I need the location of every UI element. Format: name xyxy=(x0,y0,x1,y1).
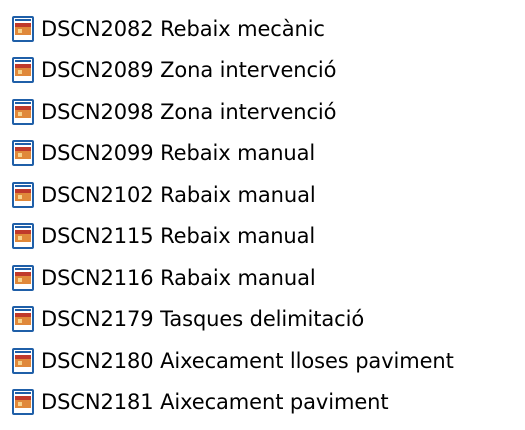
image-file-icon xyxy=(10,181,36,209)
file-item[interactable]: DSCN2181 Aixecament paviment xyxy=(10,382,520,424)
file-name: DSCN2098 Zona intervenció xyxy=(41,99,337,124)
file-list: DSCN2082 Rebaix mecànic DSCN2089 Zona in… xyxy=(10,8,520,423)
image-file-icon xyxy=(10,98,36,126)
file-item[interactable]: DSCN2116 Rabaix manual xyxy=(10,257,520,299)
image-file-icon xyxy=(10,222,36,250)
file-name: DSCN2082 Rebaix mecànic xyxy=(41,16,325,41)
image-file-icon xyxy=(10,56,36,84)
image-file-icon xyxy=(10,264,36,292)
file-item[interactable]: DSCN2089 Zona intervenció xyxy=(10,50,520,92)
file-name: DSCN2102 Rabaix manual xyxy=(41,182,316,207)
file-item[interactable]: DSCN2180 Aixecament lloses paviment xyxy=(10,340,520,382)
file-name: DSCN2181 Aixecament paviment xyxy=(41,390,389,415)
image-file-icon xyxy=(10,388,36,416)
file-item[interactable]: DSCN2082 Rebaix mecànic xyxy=(10,8,520,50)
file-name: DSCN2116 Rabaix manual xyxy=(41,265,316,290)
file-item[interactable]: DSCN2099 Rebaix manual xyxy=(10,133,520,175)
image-file-icon xyxy=(10,347,36,375)
file-item[interactable]: DSCN2102 Rabaix manual xyxy=(10,174,520,216)
file-name: DSCN2179 Tasques delimitació xyxy=(41,307,365,332)
image-file-icon xyxy=(10,305,36,333)
file-name: DSCN2099 Rebaix manual xyxy=(41,141,316,166)
file-name: DSCN2115 Rebaix manual xyxy=(41,224,316,249)
file-item[interactable]: DSCN2115 Rebaix manual xyxy=(10,216,520,258)
image-file-icon xyxy=(10,139,36,167)
file-item[interactable]: DSCN2179 Tasques delimitació xyxy=(10,299,520,341)
image-file-icon xyxy=(10,15,36,43)
file-name: DSCN2089 Zona intervenció xyxy=(41,58,337,83)
file-name: DSCN2180 Aixecament lloses paviment xyxy=(41,348,454,373)
file-item[interactable]: DSCN2098 Zona intervenció xyxy=(10,91,520,133)
